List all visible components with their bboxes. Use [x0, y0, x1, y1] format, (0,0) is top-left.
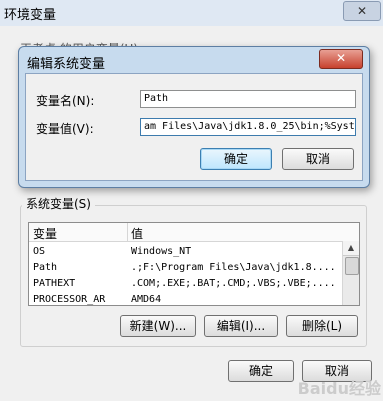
scroll-thumb[interactable]	[345, 257, 359, 275]
list-scrollbar[interactable]: ▲	[342, 241, 359, 305]
row-variable: PROCESSOR_AR	[33, 294, 106, 305]
dialog-close-button[interactable]: ✕	[319, 49, 363, 69]
column-separator[interactable]	[127, 223, 128, 241]
list-header: 变量 值	[29, 223, 359, 242]
outer-window-title: 环境变量	[4, 8, 57, 23]
variable-value-input[interactable]: am Files\Java\jdk1.8.0_25\bin;%Syst	[140, 118, 356, 136]
delete-button[interactable]: 删除(L)	[286, 315, 358, 337]
dialog-body: 变量名(N): Path 变量值(V): am Files\Java\jdk1.…	[25, 73, 363, 181]
edit-variable-dialog: 编辑系统变量 ✕ 变量名(N): Path 变量值(V): am Files\J…	[18, 46, 370, 188]
variable-value-label: 变量值(V):	[36, 122, 94, 136]
table-row[interactable]: PROCESSOR_AR AMD64	[29, 293, 341, 305]
close-icon: ✕	[335, 51, 347, 65]
row-value: .COM;.EXE;.BAT;.CMD;.VBS;.VBE;....	[131, 278, 336, 289]
row-variable: Path	[33, 262, 58, 273]
row-variable: PATHEXT	[33, 278, 76, 289]
row-value: .;F:\Program Files\Java\jdk1.8....	[131, 262, 336, 273]
row-value: Windows_NT	[131, 246, 192, 257]
scroll-up-arrow-icon[interactable]: ▲	[343, 241, 359, 256]
variable-name-label: 变量名(N):	[36, 94, 95, 108]
system-vars-label: 系统变量(S)	[22, 195, 95, 212]
column-header-value[interactable]: 值	[131, 225, 143, 242]
table-row[interactable]: Path .;F:\Program Files\Java\jdk1.8....	[29, 261, 341, 277]
dialog-cancel-button[interactable]: 取消	[282, 148, 354, 170]
close-icon: ✕	[356, 4, 368, 18]
new-button[interactable]: 新建(W)...	[120, 315, 196, 337]
row-value: AMD64	[131, 294, 162, 305]
table-row[interactable]: OS Windows_NT	[29, 245, 341, 261]
edit-button[interactable]: 编辑(I)...	[204, 315, 278, 337]
row-variable: OS	[33, 246, 46, 257]
watermark: Baidu经验	[297, 379, 381, 398]
outer-close-button[interactable]: ✕	[343, 1, 381, 21]
dialog-ok-button[interactable]: 确定	[200, 148, 272, 170]
dialog-title: 编辑系统变量	[27, 57, 106, 72]
variable-name-input[interactable]: Path	[140, 90, 356, 108]
outer-title-bar: 环境变量	[0, 0, 383, 27]
column-header-variable[interactable]: 变量	[33, 225, 57, 242]
outer-ok-button[interactable]: 确定	[228, 360, 294, 382]
table-row[interactable]: PATHEXT .COM;.EXE;.BAT;.CMD;.VBS;.VBE;..…	[29, 277, 341, 293]
system-vars-list[interactable]: 变量 值 OS Windows_NT Path .;F:\Program Fil…	[28, 222, 360, 306]
